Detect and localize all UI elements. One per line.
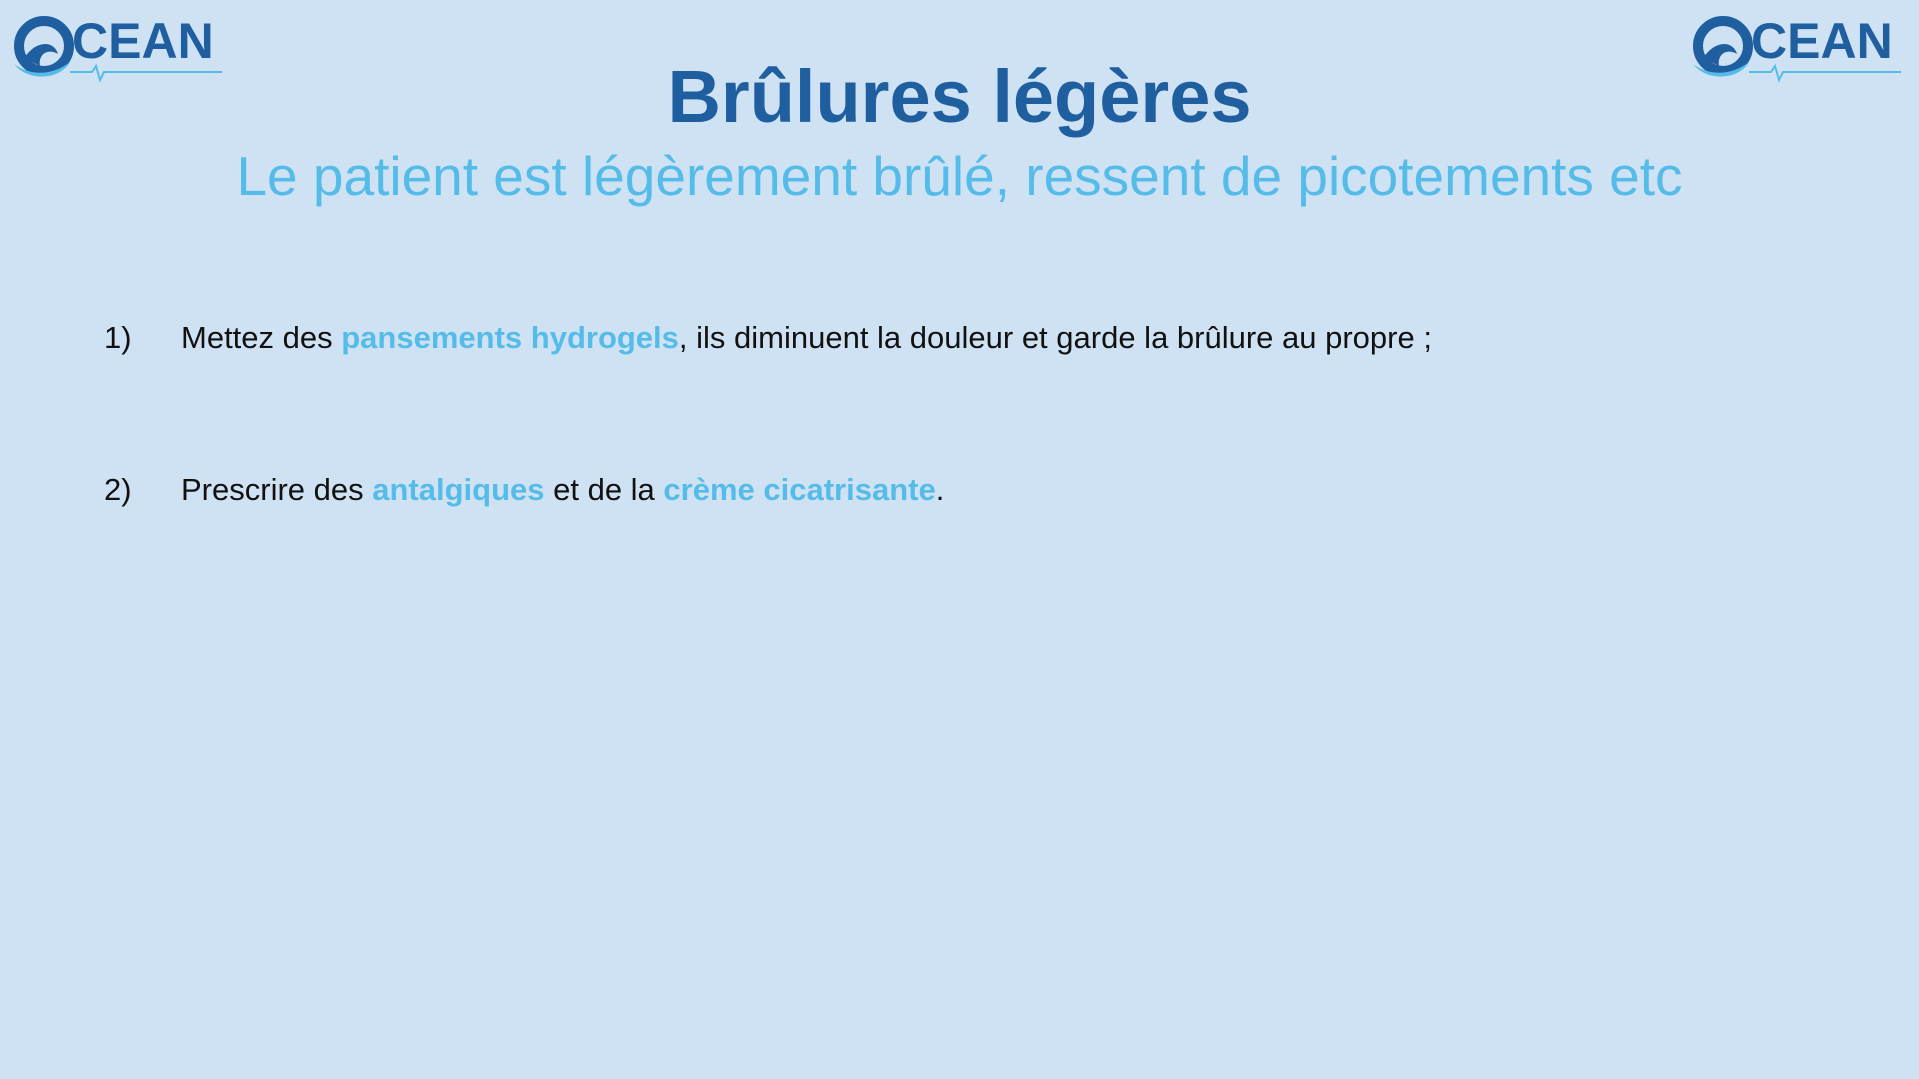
step-text: Prescrire des [181,472,373,507]
page-title: Brûlures légères [667,55,1252,138]
step-text: . [935,472,945,507]
step-text: et de la [544,472,664,507]
step-text: , ils diminuent la douleur et garde la b… [678,320,1432,355]
step-highlight: crème cicatrisante [663,472,936,507]
step-item: 1) Mettez des pansements hydrogels, ils d… [104,318,1432,358]
page-subtitle: Le patient est légèrement brûlé, ressent… [236,145,1683,207]
step-number: 1) [104,320,132,355]
step-number: 2) [104,472,132,507]
step-highlight: pansements hydrogels [341,320,679,355]
step-item: 2) Prescrire des antalgiques et de la crè… [104,470,944,510]
step-highlight: antalgiques [372,472,545,507]
step-text: Mettez des [181,320,342,355]
